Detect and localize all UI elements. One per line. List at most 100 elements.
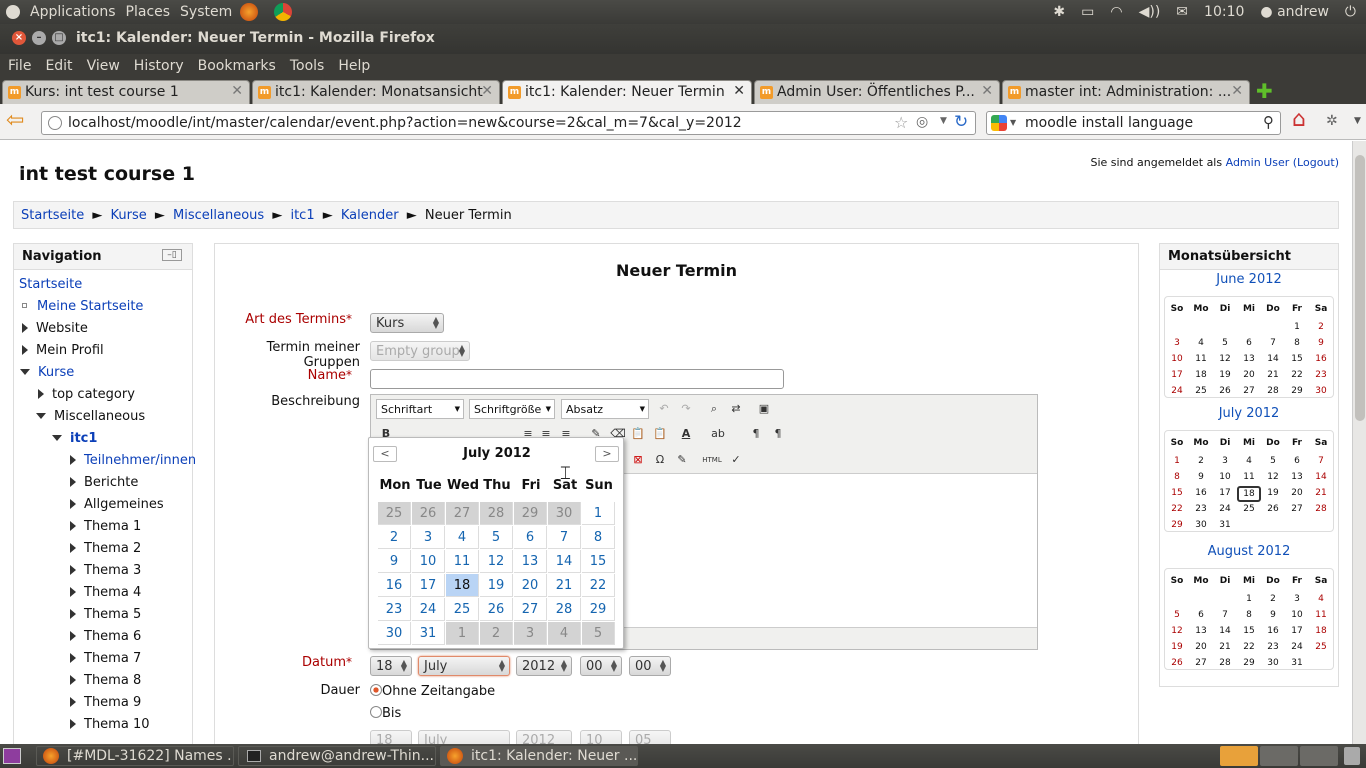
- dauer-option-none[interactable]: Ohne Zeitangabe: [370, 684, 495, 699]
- date-cell[interactable]: 24: [412, 598, 445, 621]
- date-cell[interactable]: 28: [480, 502, 513, 525]
- nav-allgemeines[interactable]: Allgemeines: [70, 497, 164, 512]
- site-identity-icon[interactable]: [48, 116, 62, 130]
- datum-year-select[interactable]: 2012 ▲ ▼: [516, 656, 572, 676]
- date-cell[interactable]: 27: [514, 598, 547, 621]
- mini-day[interactable]: 26: [1261, 504, 1285, 514]
- edit-image-icon[interactable]: ✎: [673, 451, 691, 469]
- mini-day[interactable]: 18: [1189, 370, 1213, 380]
- mini-day[interactable]: 28: [1213, 658, 1237, 668]
- mini-day[interactable]: 16: [1261, 626, 1285, 636]
- show-desktop-icon[interactable]: [3, 748, 21, 764]
- datum-hour-select[interactable]: 00 ▲ ▼: [580, 656, 622, 676]
- date-cell[interactable]: 21: [548, 574, 581, 597]
- nav-thema-2[interactable]: Thema 2: [70, 541, 141, 556]
- history-dropdown-icon[interactable]: ▼: [940, 116, 947, 126]
- mini-day[interactable]: 11: [1237, 472, 1261, 482]
- date-cell[interactable]: 30: [548, 502, 581, 525]
- mini-day[interactable]: 22: [1237, 642, 1261, 652]
- mini-day[interactable]: 19: [1213, 370, 1237, 380]
- nav-thema-9[interactable]: Thema 9: [70, 695, 141, 710]
- mini-day[interactable]: 25: [1237, 504, 1261, 514]
- date-cell[interactable]: 4: [446, 526, 479, 549]
- mini-month-title[interactable]: August 2012: [1164, 544, 1334, 559]
- nav-teilnehmer[interactable]: Teilnehmer/innen: [70, 453, 196, 468]
- new-tab-icon[interactable]: ✚: [1256, 81, 1276, 102]
- clock[interactable]: 10:10: [1204, 4, 1244, 20]
- search-icon[interactable]: ⚲: [1263, 113, 1274, 131]
- toolbar-overflow-icon[interactable]: ▼: [1354, 116, 1361, 126]
- date-cell[interactable]: 6: [514, 526, 547, 549]
- nav-thema-5[interactable]: Thema 5: [70, 607, 141, 622]
- date-cell[interactable]: 19: [480, 574, 513, 597]
- mini-day[interactable]: 4: [1309, 594, 1333, 604]
- date-cell[interactable]: 7: [548, 526, 581, 549]
- nav-mein-profil[interactable]: Mein Profil: [22, 343, 104, 358]
- tab-admin-user[interactable]: m Admin User: Öffentliches P... ✕: [754, 80, 1000, 104]
- text-color-icon[interactable]: A: [677, 425, 695, 443]
- tab-neuer-termin[interactable]: m itc1: Kalender: Neuer Termin ✕: [502, 80, 752, 106]
- user-menu[interactable]: ● andrew: [1260, 4, 1329, 20]
- mini-day[interactable]: 11: [1309, 610, 1333, 620]
- addon-icon[interactable]: ✲: [1326, 113, 1338, 129]
- tab-kurs[interactable]: m Kurs: int test course 1 ✕: [2, 80, 250, 104]
- workspace-3[interactable]: [1300, 746, 1338, 766]
- nav-startseite[interactable]: Startseite: [19, 277, 82, 292]
- font-size-select[interactable]: Schriftgröße ▼: [469, 399, 555, 419]
- special-char-icon[interactable]: Ω: [651, 451, 669, 469]
- date-cell[interactable]: 3: [412, 526, 445, 549]
- mini-day[interactable]: 1: [1285, 322, 1309, 332]
- mini-month-title[interactable]: July 2012: [1164, 406, 1334, 421]
- breadcrumb-kurse[interactable]: Kurse: [111, 208, 147, 223]
- date-cell[interactable]: 27: [446, 502, 479, 525]
- mini-day[interactable]: 18: [1309, 626, 1333, 636]
- mini-day[interactable]: 5: [1165, 610, 1189, 620]
- mini-day[interactable]: 26: [1165, 658, 1189, 668]
- wifi-icon[interactable]: ◠: [1110, 4, 1122, 20]
- mini-day[interactable]: 14: [1213, 626, 1237, 636]
- menu-edit[interactable]: Edit: [45, 58, 72, 74]
- nolink-icon[interactable]: ⊠: [629, 451, 647, 469]
- mail-icon[interactable]: ✉: [1176, 4, 1188, 20]
- nav-thema-10[interactable]: Thema 10: [70, 717, 149, 732]
- mini-day[interactable]: 2: [1261, 594, 1285, 604]
- date-cell[interactable]: 10: [412, 550, 445, 573]
- date-cell[interactable]: 26: [480, 598, 513, 621]
- mini-day[interactable]: 5: [1261, 456, 1285, 466]
- task-terminal[interactable]: andrew@andrew-Thin...: [238, 746, 436, 766]
- next-month-button[interactable]: >: [595, 446, 619, 462]
- nav-kurse[interactable]: Kurse: [20, 365, 74, 380]
- replace-icon[interactable]: ⇄: [727, 400, 745, 418]
- login-user-link[interactable]: Admin User: [1226, 156, 1290, 169]
- mini-day[interactable]: 22: [1165, 504, 1189, 514]
- mini-day[interactable]: 19: [1261, 488, 1285, 498]
- art-select[interactable]: Kurs ▲ ▼: [370, 313, 444, 333]
- datum-month-select[interactable]: July ▲ ▼: [418, 656, 510, 676]
- mini-day[interactable]: 11: [1189, 354, 1213, 364]
- nav-thema-1[interactable]: Thema 1: [70, 519, 141, 534]
- mini-day[interactable]: 10: [1285, 610, 1309, 620]
- mini-day[interactable]: 31: [1285, 658, 1309, 668]
- nav-top-category[interactable]: top category: [38, 387, 135, 402]
- feed-icon[interactable]: ◎: [916, 114, 928, 130]
- paste-text-icon[interactable]: 📋: [629, 425, 647, 443]
- date-cell[interactable]: 9: [378, 550, 411, 573]
- places-menu[interactable]: Places: [126, 4, 171, 20]
- rtl-icon[interactable]: ¶: [769, 425, 787, 443]
- task-firefox-mdl[interactable]: [#MDL-31622] Names ...: [36, 746, 234, 766]
- mini-day[interactable]: 9: [1189, 472, 1213, 482]
- page-scrollbar[interactable]: [1352, 141, 1366, 744]
- mini-day[interactable]: 3: [1285, 594, 1309, 604]
- mini-day[interactable]: 22: [1285, 370, 1309, 380]
- menu-history[interactable]: History: [134, 58, 184, 74]
- date-cell[interactable]: 11: [446, 550, 479, 573]
- date-cell[interactable]: 31: [412, 622, 445, 645]
- breadcrumb-itc1[interactable]: itc1: [290, 208, 314, 223]
- mini-day[interactable]: 28: [1261, 386, 1285, 396]
- mini-day[interactable]: 21: [1213, 642, 1237, 652]
- paste-word-icon[interactable]: 📋: [651, 425, 669, 443]
- minimize-window-icon[interactable]: –: [32, 31, 46, 45]
- nav-miscellaneous[interactable]: Miscellaneous: [36, 409, 145, 424]
- tab-close-icon[interactable]: ✕: [1231, 83, 1243, 99]
- mini-day[interactable]: 23: [1261, 642, 1285, 652]
